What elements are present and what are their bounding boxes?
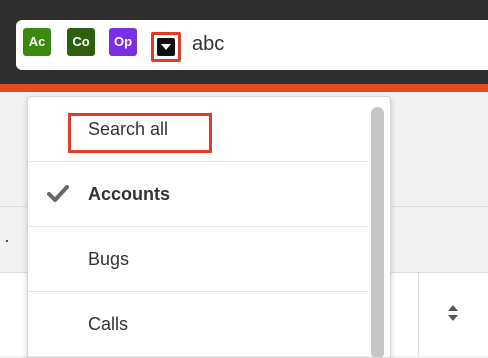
- background-mark: [6, 240, 8, 242]
- dropdown-item-label: Search all: [88, 119, 169, 139]
- header-accent-strip: [0, 84, 488, 92]
- dropdown-item-label: Accounts: [88, 184, 171, 204]
- sort-icon[interactable]: [447, 303, 459, 323]
- checkmark-icon: [47, 185, 69, 202]
- module-badge-opportunities[interactable]: Op: [109, 28, 137, 56]
- background-column-divider: [418, 272, 419, 356]
- dropdown-item-search-all[interactable]: Search all: [28, 97, 368, 162]
- dropdown-item-bugs[interactable]: Bugs: [28, 227, 368, 292]
- module-badge-contacts[interactable]: Co: [67, 28, 95, 56]
- dropdown-item-accounts[interactable]: Accounts: [28, 162, 368, 227]
- module-filter-dropdown: Search all Accounts Bugs Calls: [27, 96, 391, 358]
- module-list-toggle-button[interactable]: [151, 32, 181, 62]
- module-badge-accounts[interactable]: Ac: [23, 28, 51, 56]
- dropdown-scrollbar[interactable]: [371, 107, 384, 357]
- search-input[interactable]: abc: [192, 33, 224, 56]
- caret-down-icon: [157, 38, 175, 56]
- dropdown-item-label: Bugs: [88, 249, 130, 269]
- dropdown-item-calls[interactable]: Calls: [28, 292, 368, 357]
- dropdown-item-label: Calls: [88, 314, 129, 334]
